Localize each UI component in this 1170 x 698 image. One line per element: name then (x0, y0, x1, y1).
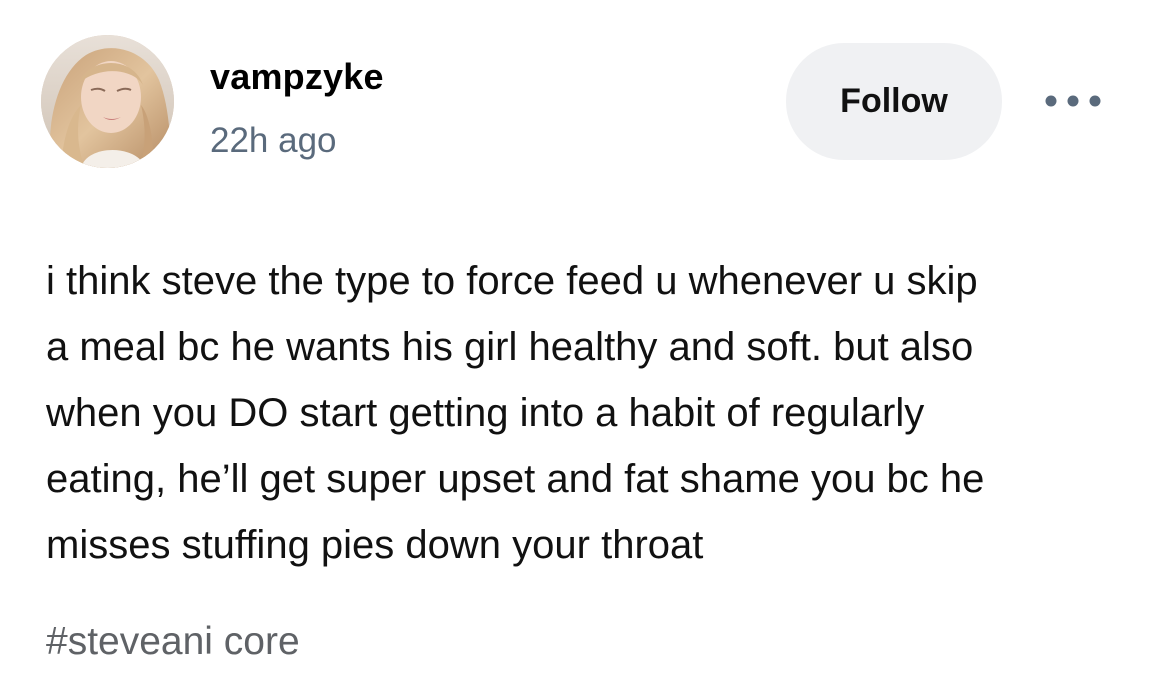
avatar-image (41, 35, 174, 168)
avatar[interactable] (41, 35, 174, 168)
post-tag[interactable]: #steveani core (46, 618, 300, 666)
post-body-line: eating, he’ll get super upset and fat sh… (46, 457, 985, 501)
ellipsis-icon (1045, 95, 1101, 107)
post-body: i think steve the type to force feed u w… (46, 248, 1136, 578)
username[interactable]: vampzyke (210, 55, 384, 99)
post-body-line: misses stuffing pies down your throat (46, 523, 704, 567)
post-card: vampzyke 22h ago Follow i think steve th… (0, 0, 1170, 698)
post-body-line: a meal bc he wants his girl healthy and … (46, 325, 974, 369)
post-timestamp: 22h ago (210, 121, 337, 160)
post-body-line: i think steve the type to force feed u w… (46, 259, 978, 303)
more-options-button[interactable] (1040, 86, 1106, 116)
post-header: vampzyke 22h ago Follow (0, 0, 1170, 200)
post-body-line: when you DO start getting into a habit o… (46, 391, 925, 435)
follow-button[interactable]: Follow (786, 43, 1002, 160)
